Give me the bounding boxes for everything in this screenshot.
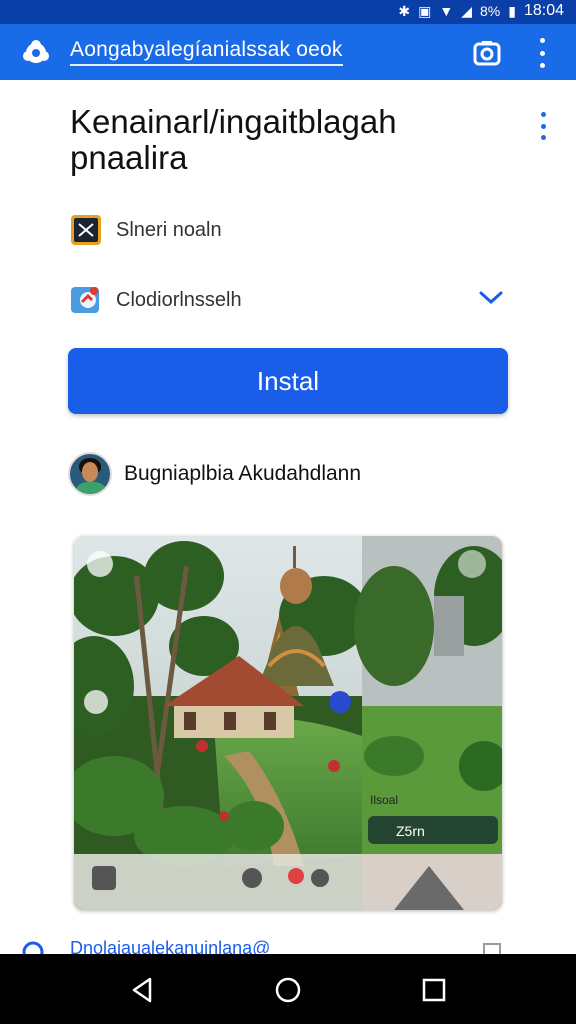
developer-avatar bbox=[68, 452, 112, 496]
developer-name: Bugniaplbia Akudahdlann bbox=[124, 462, 362, 485]
recents-icon[interactable] bbox=[420, 976, 448, 1004]
more-options-icon[interactable] bbox=[536, 112, 550, 140]
home-icon[interactable] bbox=[274, 976, 302, 1004]
store-logo-icon[interactable] bbox=[20, 36, 52, 68]
developer-row[interactable]: Bugniaplbia Akudahdlann bbox=[68, 452, 361, 496]
status-icons: ✱ ▣ ▼ ◢ 8% ▮ 18:04 bbox=[398, 2, 564, 20]
info-row-label: Clodiorlnsselh bbox=[116, 288, 242, 311]
back-icon[interactable] bbox=[128, 976, 156, 1004]
signal-icon: ◢ bbox=[461, 2, 472, 19]
status-bar: ✱ ▣ ▼ ◢ 8% ▮ 18:04 bbox=[0, 0, 576, 24]
share-icon bbox=[71, 287, 99, 313]
wifi-icon: ▼ bbox=[439, 3, 454, 19]
info-row-share[interactable]: Clodiorlnsselh bbox=[70, 284, 242, 316]
info-row-category[interactable]: Slneri noaln bbox=[70, 214, 222, 246]
app-screenshot-preview[interactable]: Ilsoal Z5rn bbox=[74, 536, 502, 910]
system-nav-bar bbox=[0, 954, 576, 1024]
app-icon bbox=[71, 215, 101, 245]
clock: 18:04 bbox=[523, 2, 564, 19]
info-row-label: Slneri noaln bbox=[116, 218, 222, 241]
chevron-down-icon[interactable] bbox=[478, 288, 504, 308]
top-app-bar: Aongabyalegíanialssak oeok bbox=[0, 24, 576, 80]
overflow-menu-icon[interactable] bbox=[530, 38, 554, 68]
battery-level: 8% bbox=[480, 3, 501, 19]
bluetooth-icon: ✱ bbox=[398, 2, 411, 19]
app-title: Kenainarl/ingaitblagah pnaalira bbox=[70, 103, 397, 176]
top-bar-title[interactable]: Aongabyalegíanialssak oeok bbox=[70, 38, 343, 66]
camera-icon[interactable] bbox=[472, 38, 502, 68]
screenshot-caption-small: Ilsoal bbox=[370, 793, 398, 807]
battery-icon: ▮ bbox=[508, 2, 516, 19]
install-button[interactable]: Instal bbox=[68, 348, 508, 414]
nfc-icon: ▣ bbox=[418, 2, 432, 19]
screenshot-caption-badge: Z5rn bbox=[396, 823, 425, 839]
